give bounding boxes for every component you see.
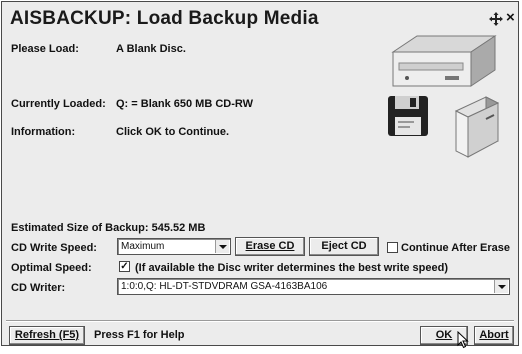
currently-loaded-label: Currently Loaded: bbox=[11, 98, 106, 110]
optimal-speed-label: Optimal Speed: bbox=[11, 262, 92, 274]
abort-button-label: Abort bbox=[479, 329, 509, 341]
refresh-button[interactable]: Refresh (F5) bbox=[9, 326, 85, 345]
cd-write-speed-value: Maximum bbox=[121, 241, 165, 252]
help-hint: Press F1 for Help bbox=[94, 329, 185, 341]
footer-divider bbox=[6, 320, 514, 322]
mouse-cursor-icon bbox=[457, 330, 469, 349]
currently-loaded-value: Q: = Blank 650 MB CD-RW bbox=[116, 98, 254, 110]
chevron-down-icon[interactable] bbox=[494, 280, 508, 293]
floppy-disk-illustration bbox=[387, 95, 429, 137]
please-load-value: A Blank Disc. bbox=[116, 43, 186, 55]
external-drive-illustration bbox=[450, 95, 500, 159]
cd-writer-value: 1:0:0,Q: HL-DT-STDVDRAM GSA-4163BA106 bbox=[121, 281, 328, 292]
chevron-down-icon[interactable] bbox=[215, 240, 229, 253]
dialog-title: AISBACKUP: Load Backup Media bbox=[10, 8, 319, 29]
ok-button-label: OK bbox=[435, 329, 453, 341]
move-icon[interactable] bbox=[488, 11, 504, 27]
cd-write-speed-label: CD Write Speed: bbox=[11, 242, 97, 254]
continue-after-erase-checkbox[interactable] bbox=[387, 242, 398, 253]
load-backup-media-dialog: AISBACKUP: Load Backup Media × Please Lo… bbox=[1, 1, 519, 349]
estimated-size-text: Estimated Size of Backup: 545.52 MB bbox=[11, 222, 206, 234]
cd-drive-illustration bbox=[387, 30, 497, 90]
erase-cd-button[interactable]: Erase CD bbox=[235, 237, 305, 256]
erase-cd-button-label: Erase CD bbox=[245, 240, 295, 252]
close-icon[interactable]: × bbox=[506, 9, 515, 26]
optimal-speed-checkbox[interactable]: ✓ bbox=[119, 261, 130, 272]
continue-after-erase-label: Continue After Erase bbox=[401, 242, 511, 254]
information-value: Click OK to Continue. bbox=[116, 126, 230, 138]
refresh-button-label: Refresh (F5) bbox=[14, 329, 80, 341]
cd-writer-label: CD Writer: bbox=[11, 282, 66, 294]
cd-write-speed-select[interactable]: Maximum bbox=[117, 238, 231, 255]
cd-writer-select[interactable]: 1:0:0,Q: HL-DT-STDVDRAM GSA-4163BA106 bbox=[117, 278, 510, 295]
information-label: Information: bbox=[11, 126, 76, 138]
abort-button[interactable]: Abort bbox=[474, 326, 514, 345]
eject-cd-button[interactable]: Eject CD bbox=[309, 237, 379, 256]
optimal-speed-description: (If available the Disc writer determines… bbox=[135, 262, 448, 274]
please-load-label: Please Load: bbox=[11, 43, 79, 55]
